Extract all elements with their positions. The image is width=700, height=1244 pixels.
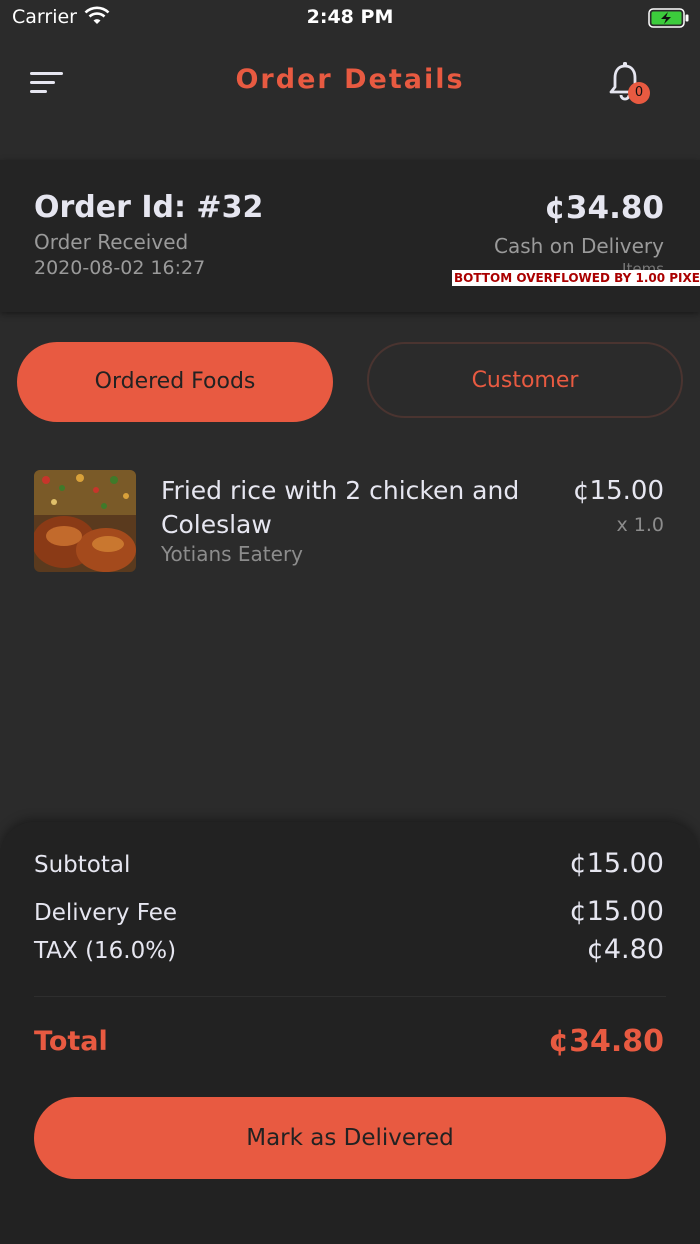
overflow-warning-banner: BOTTOM OVERFLOWED BY 1.00 PIXELS (452, 270, 700, 286)
mark-as-delivered-button[interactable]: Mark as Delivered (34, 1097, 666, 1179)
page-title: Order Details (235, 64, 465, 95)
total-value: ¢34.80 (548, 1024, 664, 1059)
order-totals-panel: Subtotal ¢15.00 Delivery Fee ¢15.00 TAX … (0, 822, 700, 1244)
clock-label: 2:48 PM (306, 6, 394, 28)
payment-method: Cash on Delivery (494, 234, 664, 258)
battery-icon (648, 8, 690, 32)
list-item[interactable]: Fried rice with 2 chicken and Coleslaw Y… (0, 460, 700, 580)
tax-value: ¢4.80 (586, 934, 664, 965)
delivery-fee-label: Delivery Fee (34, 900, 178, 926)
total-label: Total (34, 1026, 108, 1057)
notification-count-badge: 0 (628, 82, 650, 104)
order-summary-card: Order Id: #32 Order Received 2020-08-02 … (0, 160, 700, 312)
order-date: 2020-08-02 16:27 (34, 257, 206, 279)
divider (34, 996, 666, 997)
delivery-fee-value: ¢15.00 (569, 896, 664, 927)
food-name: Fried rice with 2 chicken and Coleslaw (161, 476, 520, 539)
tab-ordered-foods[interactable]: Ordered Foods (17, 342, 333, 422)
order-id: Order Id: #32 (34, 190, 264, 225)
order-status: Order Received (34, 230, 189, 254)
subtotal-label: Subtotal (34, 852, 131, 878)
tax-label: TAX (16.0%) (34, 938, 177, 964)
overflow-warning-text: BOTTOM OVERFLOWED BY 1.00 PIXELS (452, 270, 700, 286)
food-image (34, 470, 136, 572)
tab-customer[interactable]: Customer (367, 342, 683, 418)
food-price: ¢15.00 (573, 476, 664, 506)
status-bar: Carrier 2:48 PM (0, 0, 700, 36)
app-bar: Order Details 0 (0, 36, 700, 160)
subtotal-value: ¢15.00 (569, 848, 664, 879)
food-restaurant: Yotians Eatery (161, 542, 304, 566)
order-total: ¢34.80 (544, 190, 664, 226)
food-quantity: x 1.0 (616, 514, 665, 536)
